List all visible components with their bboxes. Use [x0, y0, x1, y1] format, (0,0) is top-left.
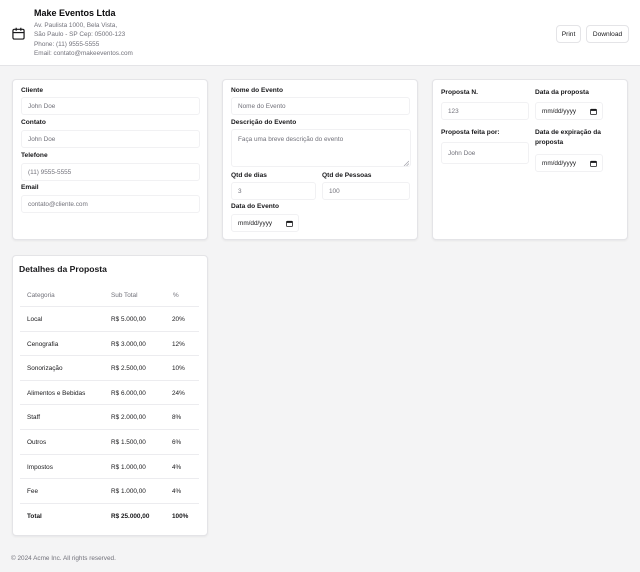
cell-sub-total: R$ 1.000,00 — [111, 488, 146, 496]
page-header: Make Eventos Ltda Av. Paulista 1000, Bel… — [0, 0, 640, 66]
cell-percent: 24% — [172, 389, 185, 397]
cell-categoria: Sonorização — [27, 365, 63, 373]
data-evento-input[interactable]: mm/dd/yyyy — [231, 214, 299, 232]
cell-sub-total: R$ 6.000,00 — [111, 389, 146, 397]
company-phone: Phone: (11) 9555-5555 — [34, 41, 100, 48]
table-row: Alimentos e Bebidas R$ 6.000,00 24% — [20, 381, 199, 406]
data-evento-label: Data do Evento — [231, 203, 279, 210]
email-input[interactable]: contato@cliente.com — [21, 195, 200, 213]
cell-categoria: Cenografia — [27, 340, 59, 348]
event-card: Nome do Evento Nome do Evento Descrição … — [222, 79, 418, 240]
cell-percent: 4% — [172, 463, 182, 471]
table-row: Staff R$ 2.000,00 8% — [20, 405, 199, 430]
contato-label: Contato — [21, 119, 46, 126]
cell-sub-total: R$ 3.000,00 — [111, 340, 146, 348]
descricao-label: Descrição do Evento — [231, 119, 297, 126]
table-row: Outros R$ 1.500,00 6% — [20, 430, 199, 455]
data-proposta-value: mm/dd/yyyy — [542, 107, 577, 115]
telefone-input[interactable]: (11) 9555-5555 — [21, 163, 200, 181]
cell-sub-total: R$ 5.000,00 — [111, 316, 146, 323]
calendar-icon — [12, 27, 25, 40]
qtd-pessoas-input[interactable]: 100 — [322, 182, 410, 200]
page-footer: © 2024 Acme Inc. All rights reserved. — [0, 547, 640, 572]
qtd-pessoas-label: Qtd de Pessoas — [322, 172, 372, 179]
cell-percent: 100% — [172, 512, 189, 520]
cell-categoria: Fee — [27, 488, 39, 496]
client-card: Cliente John Doe Contato John Doe Telefo… — [12, 79, 208, 240]
print-button[interactable]: Print — [556, 25, 581, 43]
data-proposta-input[interactable]: mm/dd/yyyy — [535, 102, 603, 120]
table-row: Sonorização R$ 2.500,00 10% — [20, 356, 199, 381]
table-row: Local R$ 5.000,00 20% — [20, 307, 199, 332]
cell-sub-total: R$ 25.000,00 — [111, 512, 150, 520]
data-expiracao-label: Data de expiração da proposta — [535, 129, 601, 146]
cell-sub-total: R$ 1.500,00 — [111, 439, 146, 446]
resize-handle-icon[interactable] — [403, 160, 409, 166]
cell-categoria: Local — [27, 316, 43, 323]
table-row: Cenografia R$ 3.000,00 12% — [20, 332, 199, 357]
table-row: Fee R$ 1.000,00 4% — [20, 479, 199, 504]
data-proposta-label: Data da proposta — [535, 89, 589, 96]
contato-input[interactable]: John Doe — [21, 130, 200, 148]
cell-categoria: Impostos — [27, 463, 53, 471]
proposal-card: Proposta N. 123 Data da proposta mm/dd/y… — [432, 79, 628, 240]
company-address-line2: São Paulo - SP Cep: 05000-123 — [34, 31, 126, 38]
cell-sub-total: R$ 2.500,00 — [111, 365, 146, 373]
table-row-total: Total R$ 25.000,00 100% — [20, 504, 199, 529]
cell-categoria: Staff — [27, 414, 41, 422]
cell-categoria: Outros — [27, 439, 47, 446]
cell-sub-total: R$ 2.000,00 — [111, 414, 146, 422]
nome-evento-input[interactable]: Nome do Evento — [231, 97, 410, 115]
column-header-percent: % — [173, 292, 179, 299]
qtd-dias-input[interactable]: 3 — [231, 182, 316, 200]
cell-categoria: Total — [27, 512, 42, 520]
cell-percent: 8% — [172, 414, 182, 422]
proposta-numero-label: Proposta N. — [441, 89, 479, 96]
cell-percent: 4% — [172, 488, 182, 496]
details-title: Detalhes da Proposta — [19, 264, 107, 274]
company-email: Email: contato@makeeventos.com — [34, 50, 133, 57]
data-evento-value: mm/dd/yyyy — [238, 219, 273, 227]
cliente-label: Cliente — [21, 87, 43, 94]
email-label: Email — [21, 184, 39, 191]
company-name: Make Eventos Ltda — [34, 8, 116, 18]
cell-categoria: Alimentos e Bebidas — [27, 389, 86, 397]
cell-percent: 20% — [172, 316, 185, 323]
cell-percent: 10% — [172, 365, 185, 373]
cliente-input[interactable]: John Doe — [21, 97, 200, 115]
cell-percent: 6% — [172, 439, 182, 446]
cell-sub-total: R$ 1.000,00 — [111, 463, 146, 471]
column-header-categoria: Categoria — [27, 292, 55, 299]
proposta-numero-input[interactable]: 123 — [441, 102, 529, 120]
calendar-picker-icon[interactable] — [590, 108, 597, 115]
column-header-sub-total: Sub Total — [111, 292, 138, 299]
data-expiracao-input[interactable]: mm/dd/yyyy — [535, 154, 603, 172]
download-button[interactable]: Download — [586, 25, 629, 43]
data-expiracao-value: mm/dd/yyyy — [542, 159, 577, 167]
table-row: Impostos R$ 1.000,00 4% — [20, 455, 199, 480]
proposta-feita-por-input[interactable]: John Doe — [441, 142, 529, 164]
company-address-line1: Av. Paulista 1000, Bela Vista, — [34, 22, 118, 29]
nome-evento-label: Nome do Evento — [231, 87, 284, 94]
descricao-textarea[interactable]: Faça uma breve descrição do evento — [231, 129, 411, 167]
calendar-picker-icon[interactable] — [286, 220, 293, 227]
calendar-picker-icon[interactable] — [590, 160, 597, 167]
qtd-dias-label: Qtd de dias — [231, 172, 267, 179]
copyright-text: © 2024 Acme Inc. All rights reserved. — [11, 555, 116, 562]
telefone-label: Telefone — [21, 152, 48, 159]
cell-percent: 12% — [172, 340, 185, 348]
proposta-feita-por-label: Proposta feita por: — [441, 129, 500, 136]
